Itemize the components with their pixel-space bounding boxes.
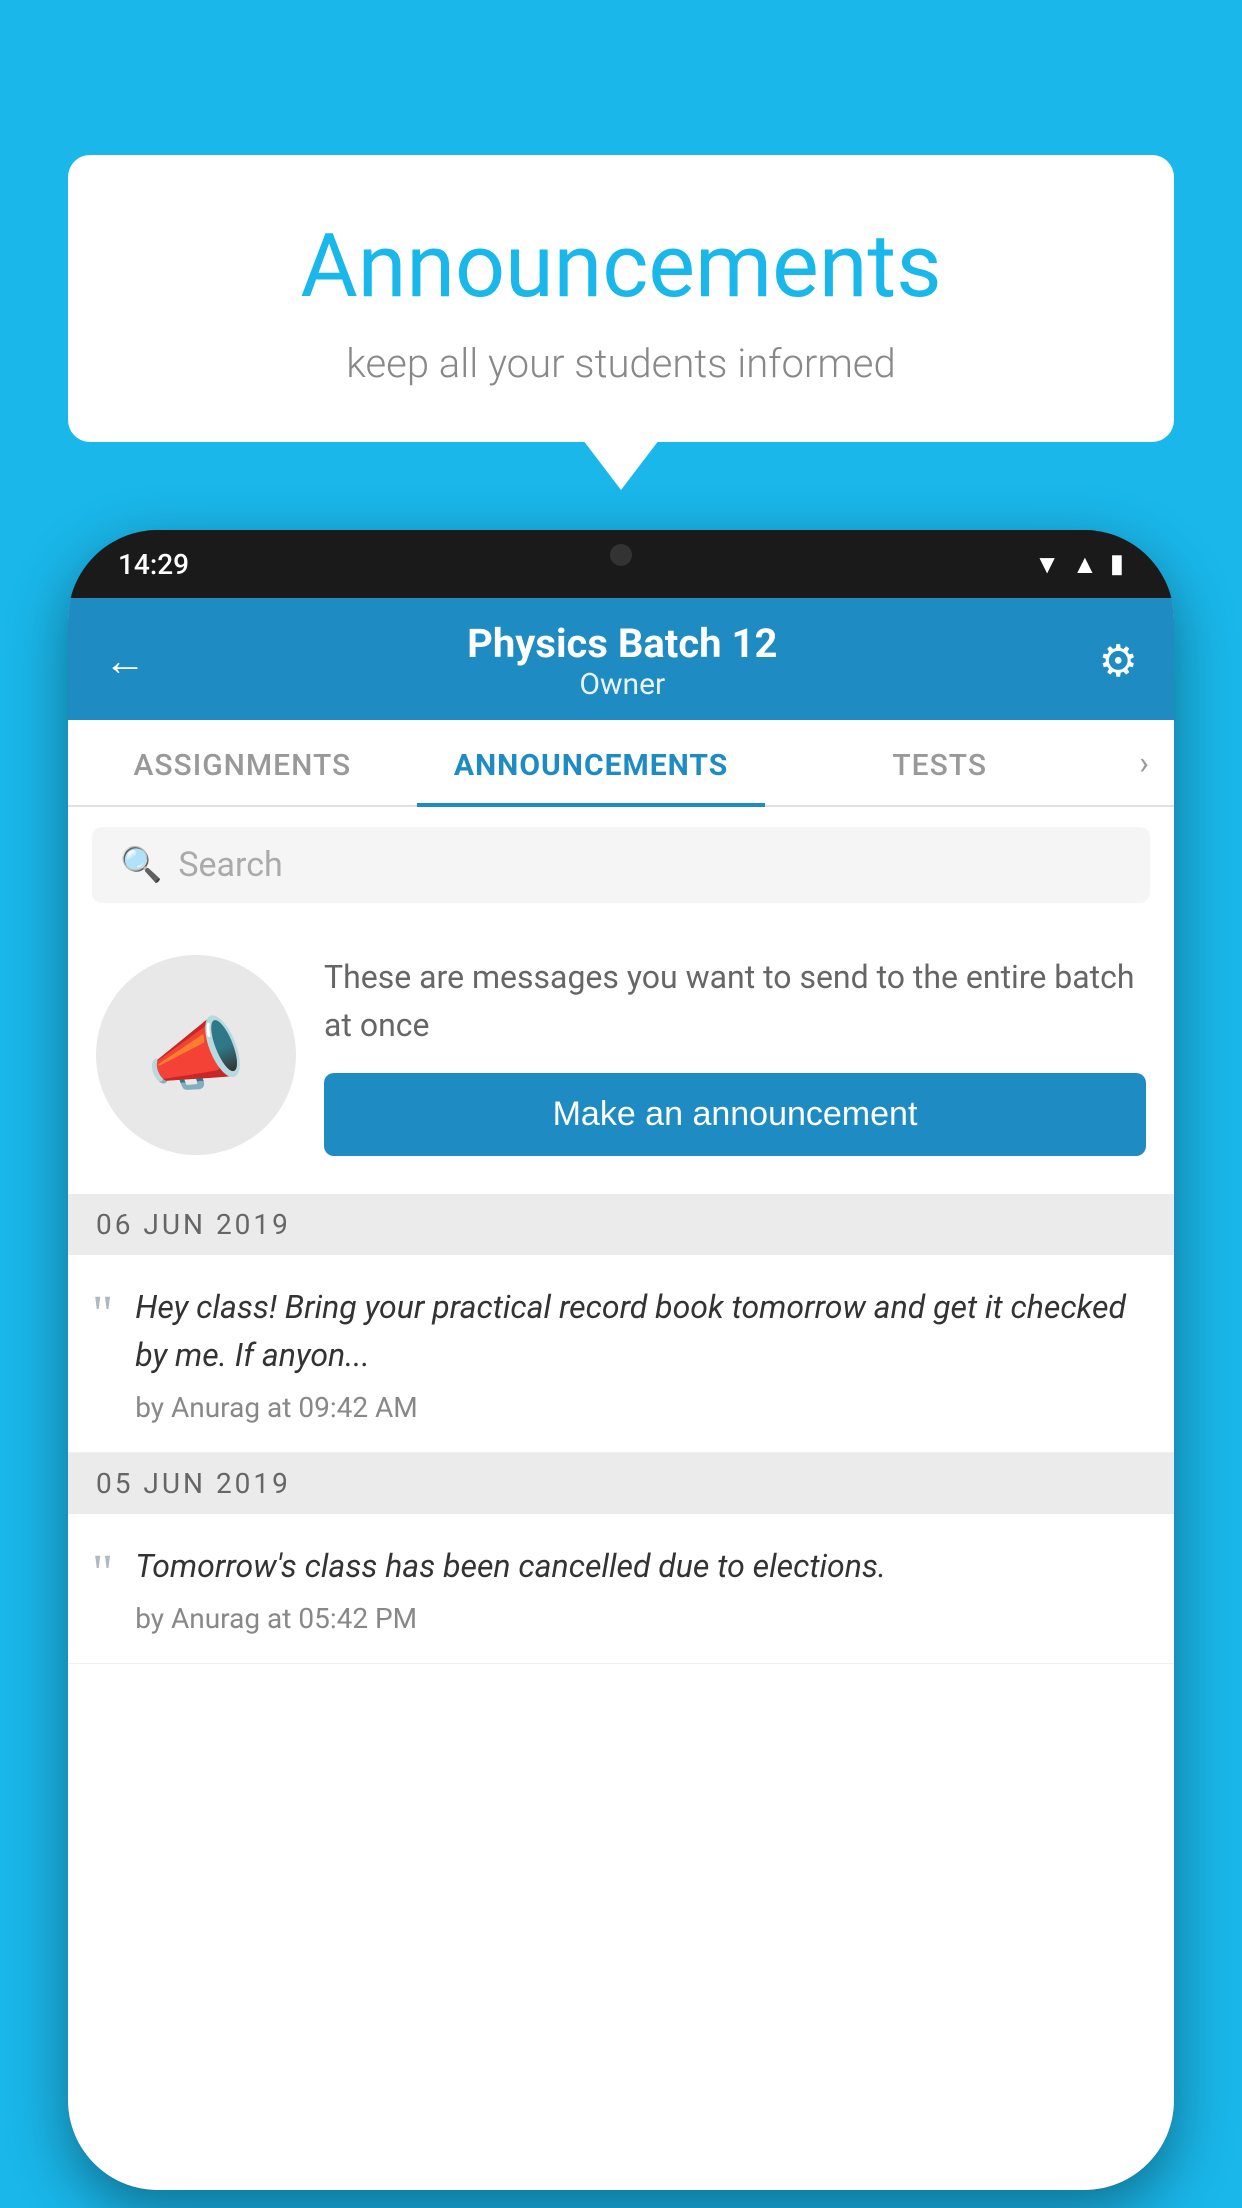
front-camera <box>610 544 632 566</box>
tab-tests[interactable]: TESTS <box>765 720 1114 805</box>
bubble-subtitle: keep all your students informed <box>118 340 1124 387</box>
batch-title: Physics Batch 12 <box>467 620 777 667</box>
speech-bubble: Announcements keep all your students inf… <box>68 155 1174 442</box>
phone-screen: ← Physics Batch 12 Owner ⚙ ASSIGNMENTS A… <box>68 598 1174 2190</box>
role-label: Owner <box>467 667 777 702</box>
announcement-item-1[interactable]: " Hey class! Bring your practical record… <box>68 1255 1174 1453</box>
tab-assignments[interactable]: ASSIGNMENTS <box>68 720 417 805</box>
phone-frame: 14:29 ▼ ▲ ▮ ← Physics Batch 12 Owner ⚙ A… <box>68 530 1174 2190</box>
content-area: 🔍 Search 📣 These are messages you want t… <box>68 807 1174 2190</box>
search-container: 🔍 Search <box>68 807 1174 923</box>
settings-icon[interactable]: ⚙ <box>1099 635 1138 687</box>
promo-icon-circle: 📣 <box>96 955 296 1155</box>
tab-announcements[interactable]: ANNOUNCEMENTS <box>417 720 766 805</box>
announcement-text-block-1: Hey class! Bring your practical record b… <box>135 1283 1146 1424</box>
search-bar[interactable]: 🔍 Search <box>92 827 1150 903</box>
bubble-title: Announcements <box>118 215 1124 318</box>
make-announcement-button[interactable]: Make an announcement <box>324 1073 1146 1156</box>
announcement-text-2: Tomorrow's class has been cancelled due … <box>135 1542 1146 1590</box>
signal-icon: ▲ <box>1072 549 1098 580</box>
back-button[interactable]: ← <box>104 637 146 686</box>
announcement-meta-1: by Anurag at 09:42 AM <box>135 1391 1146 1424</box>
promo-block: 📣 These are messages you want to send to… <box>68 923 1174 1194</box>
promo-description: These are messages you want to send to t… <box>324 953 1146 1049</box>
tabs-bar: ASSIGNMENTS ANNOUNCEMENTS TESTS › <box>68 720 1174 807</box>
wifi-icon: ▼ <box>1034 549 1060 580</box>
announcement-text-block-2: Tomorrow's class has been cancelled due … <box>135 1542 1146 1635</box>
megaphone-icon: 📣 <box>146 1008 246 1102</box>
status-time: 14:29 <box>118 548 189 581</box>
search-icon: 🔍 <box>120 845 162 885</box>
promo-right: These are messages you want to send to t… <box>324 953 1146 1156</box>
date-divider-2: 05 JUN 2019 <box>68 1453 1174 1514</box>
status-icons: ▼ ▲ ▮ <box>1034 549 1124 580</box>
announcement-meta-2: by Anurag at 05:42 PM <box>135 1602 1146 1635</box>
quote-icon-1: " <box>92 1289 113 1341</box>
date-divider-1: 06 JUN 2019 <box>68 1194 1174 1255</box>
phone-notch <box>531 530 711 580</box>
search-placeholder: Search <box>178 845 282 885</box>
announcement-item-2[interactable]: " Tomorrow's class has been cancelled du… <box>68 1514 1174 1664</box>
announcement-text-1: Hey class! Bring your practical record b… <box>135 1283 1146 1379</box>
header-center: Physics Batch 12 Owner <box>467 620 777 702</box>
tab-more-icon[interactable]: › <box>1114 720 1174 805</box>
app-header: ← Physics Batch 12 Owner ⚙ <box>68 598 1174 720</box>
status-bar: 14:29 ▼ ▲ ▮ <box>68 530 1174 598</box>
battery-icon: ▮ <box>1110 549 1124 579</box>
quote-icon-2: " <box>92 1548 113 1600</box>
